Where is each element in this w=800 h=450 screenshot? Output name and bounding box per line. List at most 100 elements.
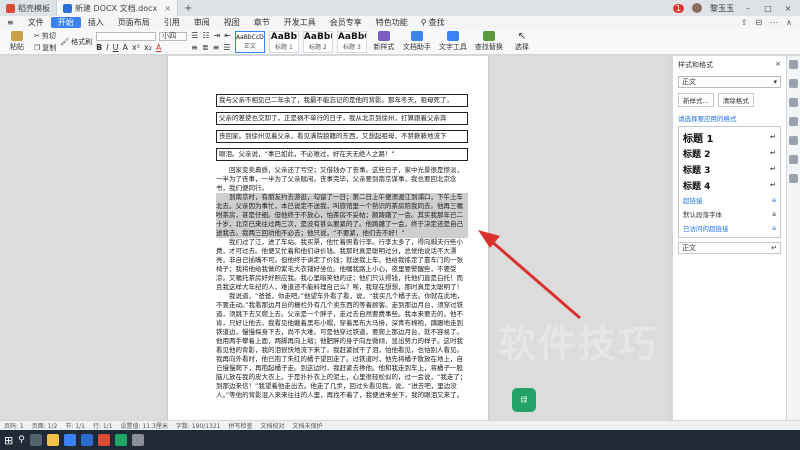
menu-features[interactable]: 特色功能 <box>369 17 415 28</box>
list-item-heading-4[interactable]: 标题 4 ↵ <box>683 177 776 193</box>
copy-button[interactable]: ❐ 复制 <box>34 43 56 53</box>
menu-chapter[interactable]: 章节 <box>247 17 277 28</box>
menu-review[interactable]: 审阅 <box>187 17 217 28</box>
task-view-icon[interactable] <box>29 434 42 446</box>
style-heading-3[interactable]: AaBbC 标题 3 <box>336 30 367 53</box>
app-icon[interactable] <box>131 434 144 446</box>
floating-badge[interactable]: 绿 <box>512 388 536 412</box>
justify-icon[interactable]: ☰ <box>223 43 230 52</box>
bullet-list-icon[interactable]: ☰ <box>191 31 198 40</box>
status-wordcount[interactable]: 字数: 190/1321 <box>176 421 221 430</box>
menu-home[interactable]: 开始 <box>50 17 81 28</box>
browser-icon[interactable] <box>63 434 76 446</box>
list-item-heading-1[interactable]: 标题 1 ↵ <box>683 129 776 145</box>
status-proofread[interactable]: 文档校对 <box>261 421 285 430</box>
select-button[interactable]: ↖ 选择 <box>509 30 535 54</box>
find-replace-button[interactable]: 查找替换 <box>473 30 505 54</box>
clear-format-button[interactable]: 清除格式 <box>717 93 754 107</box>
document-area[interactable]: 我与父亲不相见已二年余了，我最不能忘记的是他的背影。那年冬天，祖母死了， 父亲的… <box>0 56 668 420</box>
cut-button[interactable]: ✂ 剪切 <box>34 31 56 41</box>
notification-badge[interactable]: 1 <box>672 3 684 13</box>
menu-page-layout[interactable]: 页面布局 <box>111 17 157 28</box>
menu-file[interactable]: 文件 <box>21 17 51 28</box>
align-right-icon[interactable]: ≡ <box>213 43 220 52</box>
font-effect-button[interactable]: A <box>123 43 128 52</box>
bold-button[interactable]: B <box>96 43 102 52</box>
list-item-visited-link[interactable]: 已访问的超链接 a <box>683 221 776 235</box>
number-list-icon[interactable]: ☷ <box>202 31 209 40</box>
minimize-icon[interactable]: – <box>742 4 754 13</box>
window-close-icon[interactable]: × <box>782 4 794 13</box>
new-style-button[interactable]: 新样式 <box>371 30 397 54</box>
sync-icon[interactable]: ⇪ <box>741 18 748 27</box>
style-heading-1[interactable]: AaBb 标题 1 <box>268 30 299 53</box>
list-item-normal[interactable]: 正文 ↵ <box>678 242 781 254</box>
italic-button[interactable]: I <box>106 43 108 52</box>
search-label: 查找 <box>428 18 445 27</box>
font-name-select[interactable] <box>96 31 157 41</box>
subscript-button[interactable]: x₂ <box>144 43 152 52</box>
status-spellcheck[interactable]: 拼写检查 <box>229 421 253 430</box>
list-item-heading-2[interactable]: 标题 2 ↵ <box>683 145 776 161</box>
document-page[interactable]: 我与父亲不相见已二年余了，我最不能忘记的是他的背影。那年冬天，祖母死了， 父亲的… <box>168 56 488 420</box>
format-painter-button[interactable]: 🖌 格式刷 <box>60 37 92 47</box>
return-mark: ↵ <box>770 165 776 173</box>
tab-label: 稻壳模板 <box>18 3 50 13</box>
share-icon[interactable] <box>789 136 798 145</box>
list-item-heading-3[interactable]: 标题 3 ↵ <box>683 161 776 177</box>
styles-icon[interactable] <box>789 60 798 69</box>
style-heading-2[interactable]: AaBb( 标题 2 <box>302 30 333 53</box>
select-icon[interactable] <box>789 79 798 88</box>
user-name[interactable]: 黎玉玉 <box>710 3 734 14</box>
list-item-default-font[interactable]: 默认段落字体 a <box>683 207 776 221</box>
avatar[interactable] <box>692 3 702 13</box>
tab-templates[interactable]: 稻壳模板 <box>0 0 57 16</box>
theme-icon[interactable] <box>789 174 798 183</box>
align-left-icon[interactable]: ≡ <box>191 43 198 52</box>
current-style-select[interactable]: 正文 ▾ <box>678 76 781 88</box>
font-size-select[interactable]: 小四 <box>159 31 188 41</box>
text-tools-button[interactable]: 文字工具 <box>437 30 469 54</box>
panel-new-style-button[interactable]: 新样式... <box>678 93 714 107</box>
watermark-text: 软件技巧 <box>497 322 658 366</box>
help-icon[interactable] <box>789 155 798 164</box>
shape-icon[interactable] <box>789 98 798 107</box>
maximize-icon[interactable]: □ <box>762 4 774 13</box>
menu-references[interactable]: 引用 <box>157 17 187 28</box>
panel-close-icon[interactable]: × <box>775 60 781 70</box>
share-icon[interactable]: ⊟ <box>755 18 762 27</box>
apply-format-label: 请选择要应用的格式 <box>678 115 737 123</box>
status-protection[interactable]: 文档未保护 <box>293 421 323 430</box>
search-icon[interactable]: ⚲ <box>18 435 25 445</box>
tab-document[interactable]: 新建 DOCX 文档.docx × <box>57 0 178 16</box>
font-color-button[interactable]: A <box>156 43 161 52</box>
wps-icon[interactable] <box>97 434 110 446</box>
align-center-icon[interactable]: ≣ <box>202 43 209 52</box>
windows-start-icon[interactable]: ⊞ <box>4 434 13 447</box>
paste-button[interactable]: 粘贴 <box>4 30 30 54</box>
photoshop-icon[interactable] <box>80 434 93 446</box>
style-normal[interactable]: AaBbCcDd 正文 <box>234 30 265 53</box>
collapse-ribbon-icon[interactable]: ∧ <box>786 18 792 27</box>
search-icon: ⚲ <box>420 18 427 27</box>
wechat-icon[interactable] <box>114 434 127 446</box>
menu-icon[interactable]: ≡ <box>0 18 21 27</box>
menu-view[interactable]: 视图 <box>217 17 247 28</box>
new-tab-button[interactable]: + <box>178 3 198 14</box>
close-icon[interactable]: × <box>164 4 171 13</box>
tools-icon[interactable] <box>789 117 798 126</box>
more-icon[interactable]: ⋯ <box>770 18 778 27</box>
style-name: 正文 <box>243 42 256 50</box>
list-item-hyperlink[interactable]: 超链接 a <box>683 193 776 207</box>
menu-insert[interactable]: 插入 <box>81 17 111 28</box>
menu-member[interactable]: 会员专享 <box>323 17 369 28</box>
underline-button[interactable]: U <box>113 43 119 52</box>
superscript-button[interactable]: x² <box>132 43 140 52</box>
menu-developer[interactable]: 开发工具 <box>277 17 323 28</box>
search-box[interactable]: ⚲ 查找 <box>415 17 451 28</box>
styles-panel: 样式和格式 × 正文 ▾ 新样式... 清除格式 请选择要应用的格式 标题 1 ↵… <box>672 56 786 420</box>
file-explorer-icon[interactable] <box>46 434 59 446</box>
doc-assistant-button[interactable]: 文档助手 <box>401 30 433 54</box>
outdent-icon[interactable]: ⇤ <box>224 31 231 40</box>
indent-icon[interactable]: ⇥ <box>214 31 221 40</box>
